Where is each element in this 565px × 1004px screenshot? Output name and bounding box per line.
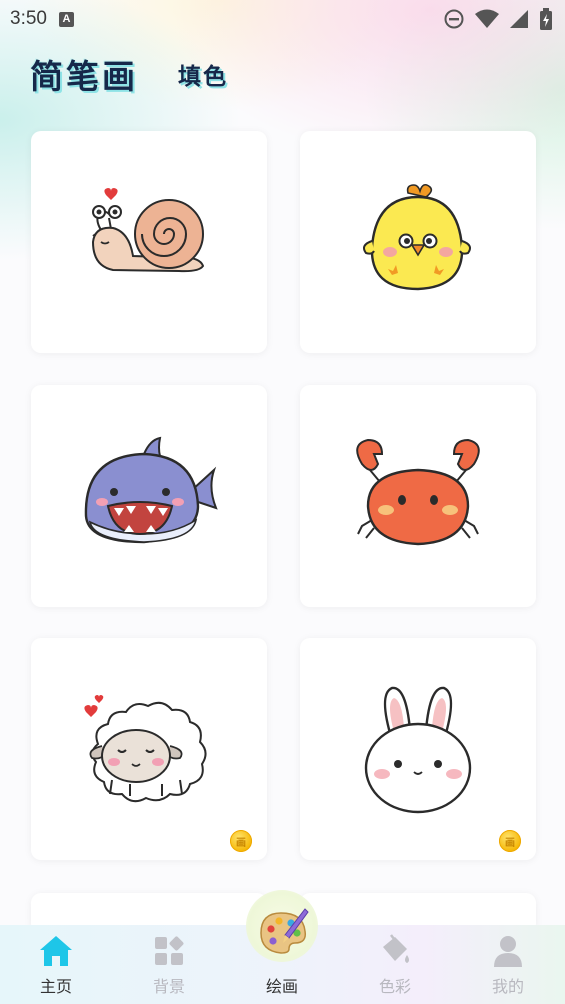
nav-home[interactable]: 主页 <box>11 925 101 1004</box>
nav-draw-label: 绘画 <box>265 977 298 996</box>
sheep-image <box>84 695 207 803</box>
chick-image <box>363 183 471 291</box>
card-sheep[interactable]: 画 <box>31 638 267 860</box>
nav-background[interactable]: 背景 <box>124 925 214 1004</box>
home-icon <box>40 936 72 966</box>
nav-colors-label: 色彩 <box>378 977 411 996</box>
crab-image <box>356 438 480 546</box>
nav-home-label: 主页 <box>39 977 72 996</box>
snail-image <box>91 188 205 273</box>
nav-background-label: 背景 <box>152 977 185 996</box>
card-bunny[interactable]: 画 <box>300 638 536 860</box>
coin-icon: 画 <box>499 830 521 852</box>
nav-mine[interactable]: 我的 <box>463 925 553 1004</box>
coin-icon: 画 <box>230 830 252 852</box>
drawing-grid: 画 画 <box>0 0 565 933</box>
nav-draw[interactable]: 绘画 <box>237 908 327 1004</box>
card-chick[interactable] <box>300 131 536 353</box>
paint-bucket-icon <box>383 934 409 963</box>
nav-colors[interactable]: 色彩 <box>350 925 440 1004</box>
bunny-image <box>364 686 472 814</box>
grid-icon <box>155 936 184 965</box>
shark-image <box>84 436 218 544</box>
card-crab[interactable] <box>300 385 536 607</box>
card-shark[interactable] <box>31 385 267 607</box>
card-snail[interactable] <box>31 131 267 353</box>
nav-mine-label: 我的 <box>491 977 524 996</box>
person-icon <box>494 936 522 967</box>
palette-icon <box>260 908 309 954</box>
